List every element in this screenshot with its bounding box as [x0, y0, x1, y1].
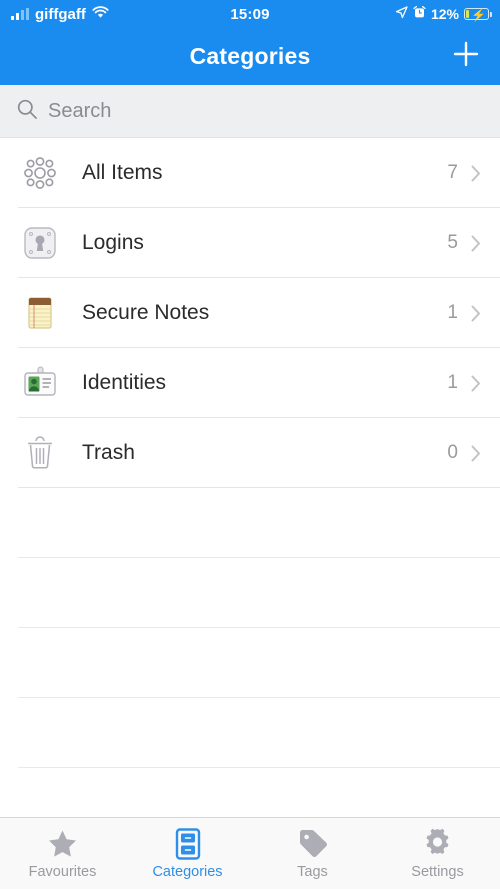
tag-icon — [297, 827, 329, 860]
list-item-label: Secure Notes — [82, 301, 210, 324]
list-item-accessory: 5 — [447, 232, 500, 254]
wifi-icon — [92, 5, 109, 23]
tab-bar: Favourites Categories Tags Settings — [0, 817, 500, 889]
search-input[interactable]: Search — [48, 100, 111, 123]
list-item-identities[interactable]: Identities 1 — [0, 348, 500, 418]
filing-cabinet-icon — [175, 827, 201, 860]
list-item-secure-notes[interactable]: Secure Notes 1 — [0, 278, 500, 348]
item-count: 5 — [447, 232, 458, 253]
list-item-accessory: 7 — [447, 162, 500, 184]
battery-percent-label: 12% — [430, 6, 459, 22]
chevron-right-icon — [471, 165, 481, 182]
tab-favourites[interactable]: Favourites — [0, 827, 125, 880]
empty-list-row — [0, 558, 500, 628]
empty-list-row — [0, 628, 500, 698]
add-item-button[interactable] — [446, 37, 486, 77]
tab-label: Tags — [297, 864, 328, 880]
status-bar: giffgaff 15:09 12% ⚡ — [0, 0, 500, 28]
tab-label: Favourites — [28, 864, 97, 880]
tab-tags[interactable]: Tags — [250, 827, 375, 880]
battery-charging-icon: ⚡ — [464, 8, 492, 22]
empty-list-row — [0, 768, 500, 817]
status-bar-left: giffgaff — [11, 6, 109, 23]
empty-list-row — [0, 488, 500, 558]
star-icon — [47, 827, 78, 860]
chevron-right-icon — [471, 305, 481, 322]
tab-label: Categories — [152, 864, 223, 880]
list-item-label: Identities — [82, 371, 167, 394]
all-items-icon — [18, 151, 62, 195]
search-bar[interactable]: Search — [0, 85, 500, 138]
chevron-right-icon — [471, 375, 481, 392]
page-title: Categories — [189, 43, 311, 69]
identity-card-icon — [18, 361, 62, 405]
list-item-accessory: 0 — [447, 442, 500, 464]
list-item-accessory: 1 — [447, 372, 500, 394]
list-item-accessory: 1 — [447, 302, 500, 324]
alarm-clock-icon — [413, 5, 426, 23]
chevron-right-icon — [471, 445, 481, 462]
category-list: All Items 7 Logins 5 Secure Notes 1 Iden… — [0, 138, 500, 817]
list-item-label: Trash — [82, 441, 135, 464]
app-screen: giffgaff 15:09 12% ⚡ Categories Search A… — [0, 0, 500, 889]
chevron-right-icon — [471, 235, 481, 252]
gear-icon — [422, 827, 453, 860]
tab-label: Settings — [411, 864, 464, 880]
tab-settings[interactable]: Settings — [375, 827, 500, 880]
plus-icon — [451, 39, 481, 74]
trash-icon — [18, 431, 62, 475]
navigation-bar: Categories — [0, 28, 500, 85]
login-keyhole-icon — [18, 221, 62, 265]
list-item-label: Logins — [82, 231, 144, 254]
item-count: 0 — [447, 442, 458, 463]
list-item-logins[interactable]: Logins 5 — [0, 208, 500, 278]
tab-categories[interactable]: Categories — [125, 827, 250, 880]
item-count: 1 — [447, 372, 458, 393]
signal-bars-icon — [11, 8, 29, 20]
list-item-trash[interactable]: Trash 0 — [0, 418, 500, 488]
list-item-label: All Items — [82, 161, 163, 184]
search-icon — [16, 98, 38, 125]
carrier-label: giffgaff — [35, 5, 86, 23]
status-bar-right: 12% ⚡ — [395, 5, 492, 23]
list-item-all-items[interactable]: All Items 7 — [0, 138, 500, 208]
item-count: 7 — [447, 162, 458, 183]
item-count: 1 — [447, 302, 458, 323]
empty-list-row — [0, 698, 500, 768]
location-arrow-icon — [395, 5, 408, 23]
secure-note-icon — [18, 291, 62, 335]
